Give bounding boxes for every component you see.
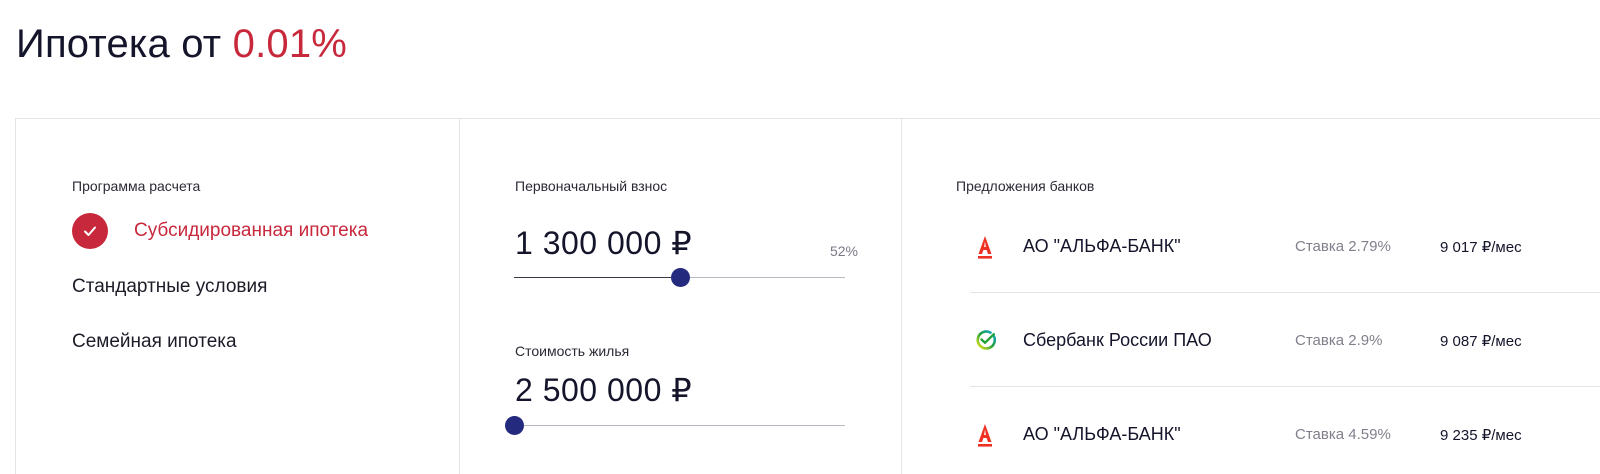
bank-offer-row[interactable]: АО "АЛЬФА-БАНК" Ставка 2.79% 9 017 ₽/мес (970, 199, 1600, 293)
bank-rate: Ставка 4.59% (1295, 426, 1391, 443)
property-cost-slider[interactable] (505, 416, 845, 435)
program-option-family[interactable]: Семейная ипотека (72, 331, 237, 353)
sberbank-icon (976, 330, 997, 350)
bank-offer-row[interactable]: Сбербанк России ПАО Ставка 2.9% 9 087 ₽/… (970, 293, 1600, 387)
slider-thumb[interactable] (670, 268, 690, 287)
property-cost-label: Стоимость жилья (515, 343, 630, 359)
alfa-bank-icon (978, 236, 992, 259)
program-option-standard[interactable]: Стандартные условия (72, 276, 267, 298)
parameters-column: Первоначальный взнос 1 300 000 ₽ 52% Сто… (460, 119, 902, 474)
page-title-rate: 0.01% (232, 22, 348, 66)
alfa-bank-icon (978, 424, 992, 447)
offers-label: Предложения банков (956, 178, 1095, 194)
program-option-label: Стандартные условия (72, 276, 268, 297)
bank-rate: Ставка 2.79% (1295, 238, 1391, 255)
down-payment-slider[interactable] (514, 268, 845, 287)
program-label: Программа расчета (72, 178, 201, 194)
down-payment-percent: 52% (829, 243, 858, 259)
bank-payment: 9 235 ₽/мес (1440, 427, 1522, 444)
checkmark-icon (72, 213, 108, 249)
bank-offer-row[interactable]: АО "АЛЬФА-БАНК" Ставка 4.59% 9 235 ₽/мес (970, 387, 1600, 474)
down-payment-label: Первоначальный взнос (515, 178, 668, 194)
slider-thumb[interactable] (505, 416, 524, 435)
page-title: Ипотека от 0.01% (16, 22, 347, 67)
bank-payment: 9 087 ₽/мес (1440, 333, 1522, 350)
bank-name: АО "АЛЬФА-БАНК" (1023, 236, 1181, 256)
property-cost-value[interactable]: 2 500 000 ₽ (515, 371, 692, 409)
bank-payment: 9 017 ₽/мес (1440, 239, 1522, 256)
mortgage-calculator: Программа расчета Субсидированная ипотек… (15, 118, 1600, 474)
page-title-prefix: Ипотека от (16, 22, 222, 66)
program-option-subsidized[interactable]: Субсидированная ипотека (72, 213, 368, 249)
program-option-label: Субсидированная ипотека (134, 220, 369, 241)
program-column: Программа расчета Субсидированная ипотек… (16, 119, 460, 474)
offers-column: Предложения банков АО "АЛЬФА-БАНК" Ставк… (902, 119, 1600, 474)
bank-name: Сбербанк России ПАО (1023, 330, 1212, 350)
down-payment-value[interactable]: 1 300 000 ₽ (515, 224, 692, 262)
bank-name: АО "АЛЬФА-БАНК" (1023, 424, 1181, 444)
bank-rate: Ставка 2.9% (1295, 332, 1383, 349)
slider-fill (514, 277, 680, 278)
program-option-label: Семейная ипотека (72, 331, 237, 352)
